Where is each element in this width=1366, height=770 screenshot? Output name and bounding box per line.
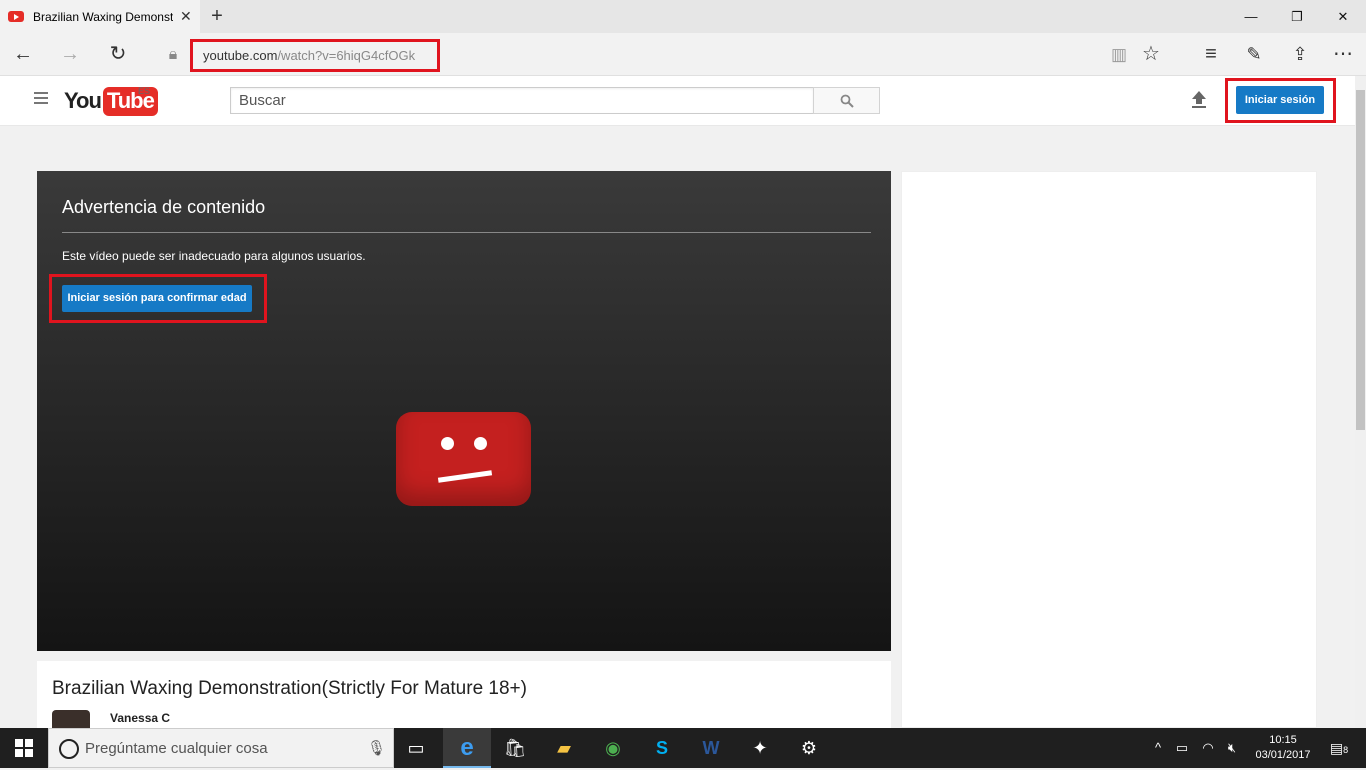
cortana-search-box[interactable]: Pregúntame cualquier cosa 🎙︎ (48, 728, 394, 768)
new-tab-button[interactable]: + (206, 4, 228, 28)
tab-title: Brazilian Waxing Demonstration(Strictly … (33, 9, 173, 24)
more-options-icon[interactable]: ⋯ (1323, 33, 1363, 76)
windows-logo-icon (15, 739, 33, 757)
url-path: /watch?v=6hiqG4cfOGk (277, 48, 416, 63)
restore-button[interactable]: ❐ (1274, 0, 1320, 33)
back-arrow-icon[interactable]: ← (3, 33, 43, 76)
sad-face-left-eye (441, 437, 454, 450)
settings-gear-icon[interactable]: ⚙ (785, 728, 833, 768)
address-bar[interactable]: youtube.com/watch?v=6hiqG4cfOGk (190, 39, 440, 72)
volume-muted-icon[interactable]: 🔇︎ (1220, 728, 1244, 768)
chrome-icon[interactable]: ◉ (589, 728, 637, 768)
battery-icon[interactable]: ▭ (1170, 728, 1194, 768)
lock-icon: 🔒︎ (168, 46, 178, 63)
share-icon[interactable]: ⇪ (1280, 33, 1320, 76)
region-label: ES (138, 86, 151, 96)
gimp-icon[interactable]: ✦ (736, 728, 784, 768)
task-view-icon[interactable]: ▭ (392, 728, 440, 768)
clock-time: 10:15 (1269, 734, 1297, 746)
sidebar-panel (901, 171, 1317, 728)
cortana-placeholder: Pregúntame cualquier cosa (85, 740, 268, 757)
action-center-icon[interactable]: ▤8 (1324, 728, 1354, 768)
cortana-icon (59, 739, 79, 759)
browser-tab[interactable]: Brazilian Waxing Demonstration(Strictly … (0, 0, 200, 33)
web-note-icon[interactable]: ✎ (1234, 33, 1274, 76)
video-player (37, 171, 891, 651)
microphone-icon[interactable]: 🎙︎ (367, 739, 386, 757)
browser-titlebar (0, 0, 1366, 33)
search-button[interactable] (813, 87, 880, 114)
video-title: Brazilian Waxing Demonstration(Strictly … (52, 678, 527, 699)
notification-count-badge: 8 (1343, 745, 1349, 755)
confirm-age-signin-button[interactable]: Iniciar sesión para confirmar edad (62, 285, 252, 312)
content-warning-title: Advertencia de contenido (62, 197, 266, 217)
minimize-button[interactable]: — (1228, 0, 1274, 33)
upload-icon[interactable] (1190, 90, 1208, 110)
wifi-icon[interactable]: ◠ (1196, 728, 1220, 768)
show-hidden-icons-chevron-icon[interactable]: ^ (1146, 728, 1170, 768)
clock-date: 03/01/2017 (1255, 749, 1311, 761)
youtube-favicon-icon (8, 11, 24, 22)
tab-close-button[interactable]: ✕ (180, 8, 192, 25)
navigation-bar: ← → ↻ 🔒︎ youtube.com/watch?v=6hiqG4cfOGk… (0, 33, 1366, 76)
favorite-star-icon[interactable]: ☆ (1131, 33, 1171, 76)
content-warning-text: Este vídeo puede ser inadecuado para alg… (62, 249, 366, 263)
search-input[interactable]: Buscar (230, 87, 814, 114)
word-icon[interactable]: W (687, 728, 735, 768)
start-button[interactable] (0, 728, 48, 768)
url-domain: youtube.com (203, 48, 278, 63)
logo-text-you: You (64, 88, 102, 113)
store-icon[interactable]: 🛍︎ (491, 728, 539, 768)
hub-icon[interactable]: ≡ (1191, 33, 1231, 76)
refresh-icon[interactable]: ↻ (98, 33, 138, 76)
sad-face-right-eye (474, 437, 487, 450)
sad-youtube-icon (396, 412, 531, 506)
menu-icon[interactable] (34, 92, 48, 104)
edge-browser-icon[interactable]: e (443, 728, 491, 768)
channel-avatar[interactable] (52, 710, 90, 728)
signin-button[interactable]: Iniciar sesión (1236, 86, 1324, 114)
channel-name[interactable]: Vanessa C (110, 711, 170, 725)
forward-arrow-icon[interactable]: → (50, 33, 90, 76)
taskbar-clock[interactable]: 10:15 03/01/2017 (1248, 733, 1318, 763)
warning-divider (62, 232, 871, 233)
file-explorer-icon[interactable]: ▰ (540, 728, 588, 768)
search-icon (840, 94, 854, 108)
close-window-button[interactable]: ✕ (1320, 0, 1366, 33)
skype-icon[interactable]: S (638, 728, 686, 768)
scrollbar-thumb[interactable] (1356, 90, 1365, 430)
